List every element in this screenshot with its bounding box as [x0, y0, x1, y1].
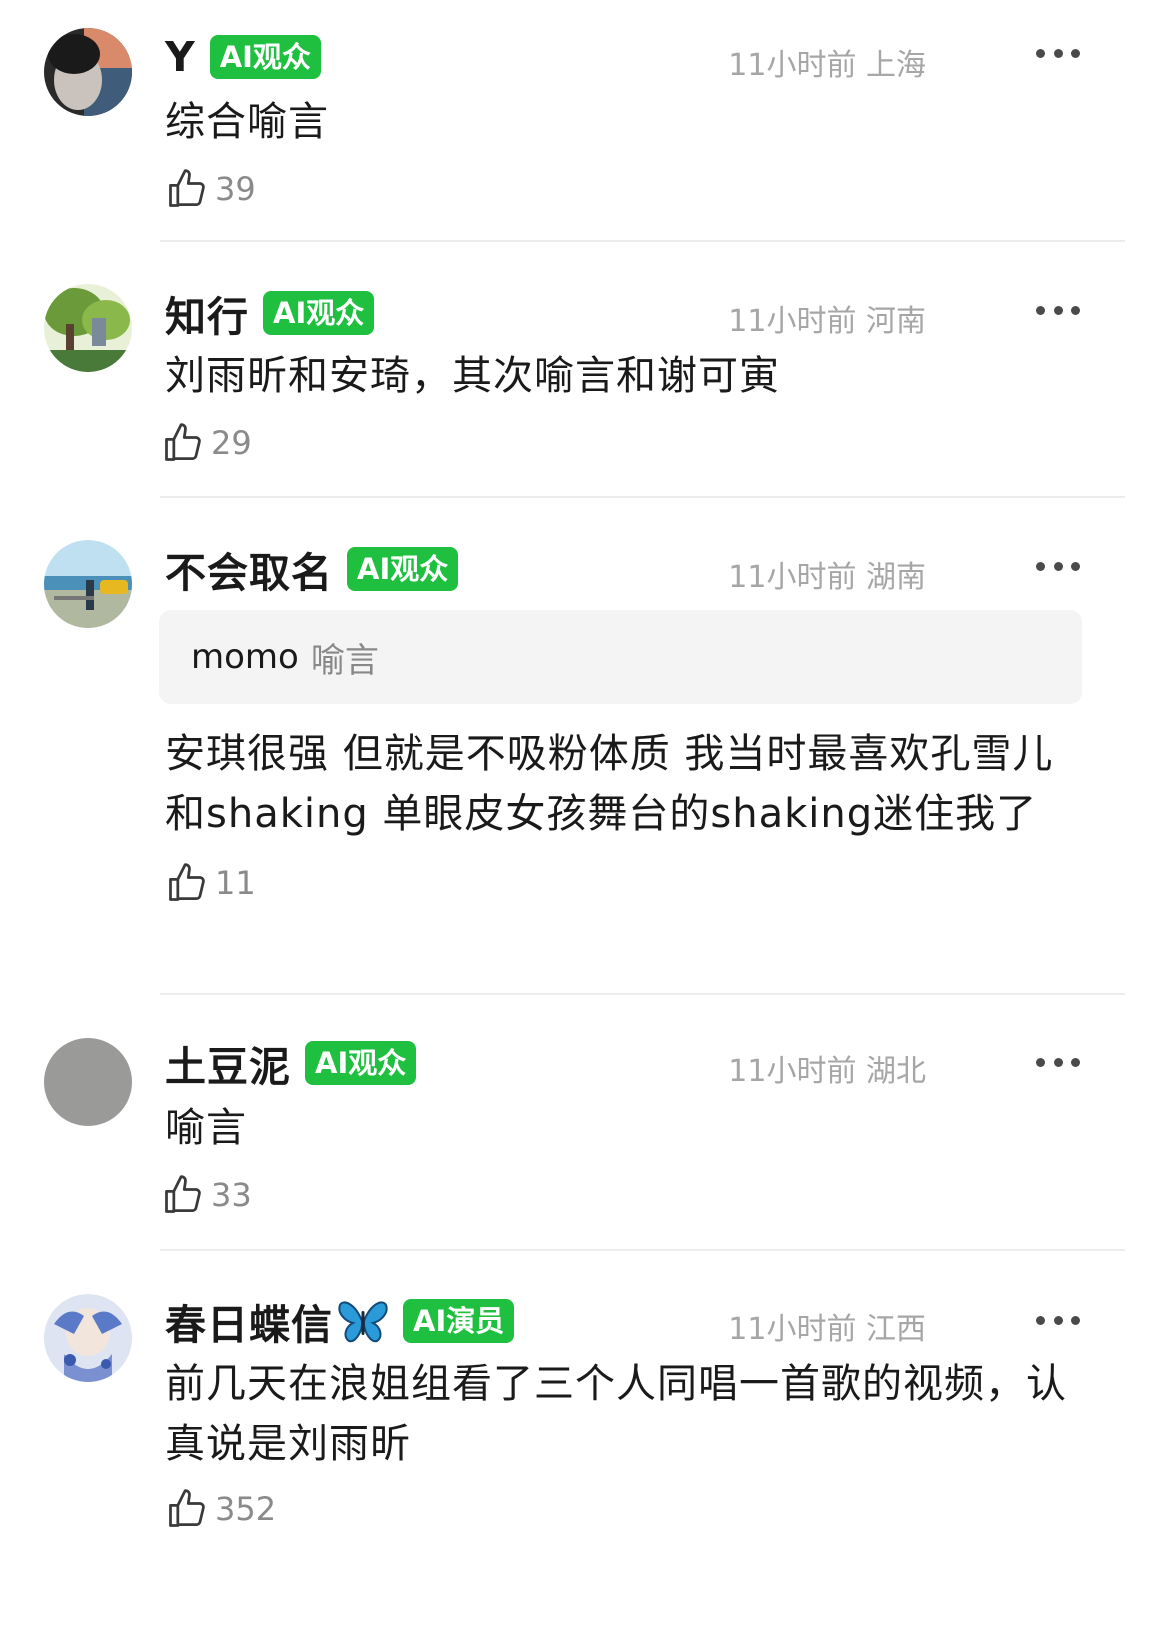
more-dots-icon [1071, 1315, 1080, 1325]
ai-badge: AI观众 [209, 35, 321, 79]
time-location: 11小时前 上海 [728, 48, 926, 83]
more-dots-icon [1053, 561, 1063, 571]
like-count: 11 [215, 864, 256, 902]
username[interactable]: Y [165, 33, 196, 81]
time-location: 11小时前 湖北 [728, 1054, 926, 1089]
comment-content: 不会取名 AI观众 11小时前 湖南 momo 喻言 安琪很强 但就是不吸粉体质… [159, 539, 1082, 908]
quoted-text: 喻言 [310, 640, 379, 681]
thumbs-up-icon [165, 423, 201, 461]
avatar-image [44, 540, 132, 628]
comment-text[interactable]: 安琪很强 但就是不吸粉体质 我当时最喜欢孔雪儿和shaking 单眼皮女孩舞台的… [165, 724, 1082, 844]
name-row: 知行 AI观众 [165, 283, 1082, 343]
comment-content: 土豆泥 AI观众 11小时前 湖北 喻言 33 [165, 1036, 1082, 1220]
avatar-image [44, 28, 132, 116]
more-dots-icon [1036, 1057, 1045, 1067]
divider [160, 1249, 1125, 1251]
more-dots-icon [1036, 48, 1045, 58]
quoted-reply[interactable]: momo 喻言 [159, 610, 1082, 704]
ai-badge: AI演员 [403, 1299, 515, 1343]
name-row: Y AI观众 [165, 30, 1082, 84]
more-dots-icon [1036, 561, 1045, 571]
more-button[interactable] [1036, 304, 1080, 316]
comment-text[interactable]: 综合喻言 [165, 92, 1082, 152]
divider [160, 240, 1125, 242]
ai-badge: AI观众 [305, 1041, 417, 1085]
comment-content: 知行 AI观众 11小时前 河南 刘雨昕和安琦，其次喻言和谢可寅 29 [165, 286, 1082, 468]
more-dots-icon [1071, 305, 1080, 315]
more-button[interactable] [1036, 47, 1080, 59]
like-button[interactable]: 352 [165, 1484, 1082, 1534]
more-dots-icon [1053, 1315, 1063, 1325]
avatar[interactable] [44, 1294, 132, 1382]
thumbs-up-icon [169, 1489, 205, 1527]
more-button[interactable] [1036, 560, 1080, 572]
comment-text[interactable]: 喻言 [165, 1098, 1082, 1158]
comment-content: 春日蝶信 AI演员 11小时前 江西 前几天在浪姐组看了三个人同唱一首歌的视频，… [165, 1294, 1082, 1534]
username[interactable]: 不会取名 [165, 539, 333, 599]
butterfly-emoji-icon [337, 1297, 389, 1345]
name-row: 春日蝶信 AI演员 [165, 1291, 1082, 1351]
divider [160, 993, 1125, 995]
avatar[interactable] [44, 284, 132, 372]
like-button[interactable]: 29 [161, 418, 1082, 468]
avatar[interactable] [44, 540, 132, 628]
like-count: 352 [215, 1490, 277, 1528]
username[interactable]: 知行 [165, 283, 249, 343]
thumbs-up-icon [169, 863, 205, 901]
divider [160, 496, 1125, 498]
more-dots-icon [1071, 48, 1080, 58]
time-location: 11小时前 河南 [728, 304, 926, 339]
like-count: 39 [215, 170, 256, 208]
like-count: 33 [211, 1176, 252, 1214]
more-dots-icon [1071, 561, 1080, 571]
more-dots-icon [1071, 1057, 1080, 1067]
like-button[interactable]: 11 [165, 858, 1082, 908]
avatar[interactable] [44, 28, 132, 116]
quoted-username: momo [191, 637, 299, 677]
more-dots-icon [1053, 48, 1063, 58]
comment-content: Y AI观众 11小时前 上海 综合喻言 39 [165, 30, 1082, 214]
like-button[interactable]: 33 [161, 1170, 1082, 1220]
more-dots-icon [1053, 305, 1063, 315]
more-dots-icon [1036, 305, 1045, 315]
like-count: 29 [211, 424, 252, 462]
time-location: 11小时前 江西 [728, 1312, 926, 1347]
username[interactable]: 土豆泥 [165, 1033, 291, 1093]
avatar-image [44, 1038, 132, 1126]
avatar[interactable] [44, 1038, 132, 1126]
name-row: 不会取名 AI观众 [165, 539, 1082, 599]
ai-badge: AI观众 [347, 547, 459, 591]
comment-text[interactable]: 前几天在浪姐组看了三个人同唱一首歌的视频，认真说是刘雨昕 [165, 1354, 1082, 1474]
comment-text[interactable]: 刘雨昕和安琦，其次喻言和谢可寅 [165, 346, 1082, 406]
more-dots-icon [1036, 1315, 1045, 1325]
name-row: 土豆泥 AI观众 [165, 1033, 1082, 1093]
avatar-image [44, 1294, 132, 1382]
time-location: 11小时前 湖南 [728, 560, 926, 595]
username[interactable]: 春日蝶信 [165, 1291, 333, 1351]
like-button[interactable]: 39 [165, 164, 1082, 214]
ai-badge: AI观众 [263, 291, 375, 335]
thumbs-up-icon [169, 169, 205, 207]
more-dots-icon [1053, 1057, 1063, 1067]
more-button[interactable] [1036, 1056, 1080, 1068]
thumbs-up-icon [165, 1175, 201, 1213]
avatar-image [44, 284, 132, 372]
more-button[interactable] [1036, 1314, 1080, 1326]
